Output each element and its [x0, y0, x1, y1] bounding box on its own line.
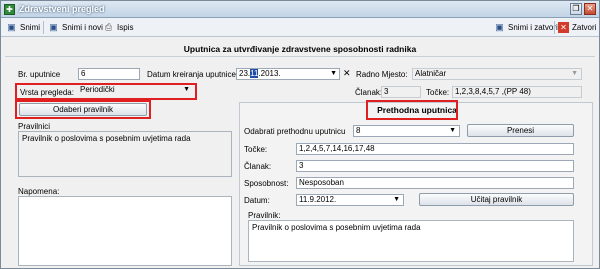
- toolbar: ▣ Snimi ▣ Snimi i novi ⎙ Ispis ▣ Snimi i…: [1, 18, 599, 37]
- datum-year: .2013.: [258, 69, 281, 78]
- toolbar-separator: [554, 21, 555, 34]
- ucitaj-pravilnik-button[interactable]: Učitaj pravilnik: [419, 193, 574, 206]
- title-bar: ✚ Zdravstveni pregled ❐ ✕: [1, 1, 599, 18]
- odaberi-pravilnik-button[interactable]: Odaberi pravilnik: [19, 103, 147, 116]
- clanak-label: Članak:: [355, 88, 383, 97]
- prethodna-tocke-field[interactable]: 1,2,4,5,7,14,16,17,48: [296, 143, 574, 155]
- odabrati-value: 8: [356, 126, 361, 135]
- chevron-down-icon[interactable]: ▼: [393, 195, 400, 205]
- pravilnici-item[interactable]: Pravilnik o poslovima s posebnim uvjetim…: [22, 134, 191, 143]
- floppy-icon: ▣: [7, 22, 16, 32]
- sposobnost-label: Sposobnost:: [244, 179, 289, 188]
- vrsta-label: Vrsta pregleda:: [20, 88, 74, 97]
- window-title: Zdravstveni pregled: [19, 4, 105, 14]
- close-red-icon: ✕: [558, 22, 569, 33]
- save-close-label: Snimi i zatvori: [508, 23, 558, 32]
- print-label: Ispis: [117, 23, 134, 32]
- app-icon: ✚: [4, 4, 15, 15]
- restore-button[interactable]: ❐: [570, 3, 582, 15]
- odabrati-select[interactable]: 8 ▼: [353, 125, 460, 137]
- prethodna-datum-value: 11.9.2012.: [299, 195, 337, 204]
- radno-mjesto-value: Alatničar: [415, 69, 447, 78]
- pravilnik-label: Pravilnik:: [248, 211, 281, 220]
- radno-mjesto-label: Radno Mjesto:: [356, 70, 408, 79]
- prethodna-clanak-field[interactable]: 3: [296, 160, 574, 172]
- chevron-down-icon[interactable]: ▼: [449, 126, 456, 136]
- br-uputnice-label: Br. uputnice: [18, 70, 61, 79]
- datum-label: Datum kreiranja uputnice:: [147, 70, 239, 79]
- tocke-label: Točke:: [426, 88, 450, 97]
- close-label: Zatvori: [572, 23, 597, 32]
- clear-date-icon[interactable]: ✕: [343, 68, 351, 79]
- odabrati-label: Odabrati prethodnu uputnicu: [244, 127, 346, 136]
- chevron-down-icon[interactable]: ▼: [183, 85, 190, 95]
- chevron-down-icon: ▼: [571, 70, 578, 77]
- prenesi-button[interactable]: Prenesi: [467, 124, 574, 137]
- napomena-field[interactable]: [18, 196, 232, 266]
- form-title: Uputnica za utvrđivanje zdravstvene spos…: [5, 41, 595, 57]
- print-button[interactable]: ⎙ Ispis: [103, 20, 134, 35]
- prethodna-datum-label: Datum:: [244, 196, 270, 205]
- save-close-icon: ▣: [495, 22, 504, 32]
- prethodna-clanak-label: Članak:: [244, 162, 272, 171]
- clanak-field[interactable]: 3: [381, 86, 421, 98]
- datum-day: 23.: [239, 69, 251, 78]
- pravilnik-value: Pravilnik o poslovima s posebnim uvjetim…: [252, 223, 421, 232]
- pravilnici-list[interactable]: Pravilnik o poslovima s posebnim uvjetim…: [18, 131, 232, 177]
- save-button[interactable]: ▣ Snimi: [6, 20, 40, 35]
- close-window-button[interactable]: ✕: [584, 3, 596, 15]
- prethodna-datum-field[interactable]: 11.9.2012. ▼: [296, 194, 404, 206]
- save-new-icon: ▣: [49, 22, 58, 32]
- save-close-button[interactable]: ▣ Snimi i zatvori: [494, 20, 558, 35]
- printer-icon: ⎙: [104, 22, 113, 32]
- chevron-down-icon[interactable]: ▼: [330, 69, 337, 79]
- vrsta-select[interactable]: Periodički ▼: [78, 85, 193, 97]
- close-button[interactable]: ✕ Zatvori: [558, 20, 596, 35]
- prethodna-tocke-label: Točke:: [244, 145, 268, 154]
- tocke-field[interactable]: 1,2,3,8,4,5,7 ,(PP 48): [452, 86, 582, 98]
- save-new-button[interactable]: ▣ Snimi i novi: [48, 20, 103, 35]
- save-label: Snimi: [20, 23, 41, 32]
- radno-mjesto-field[interactable]: Alatničar ▼: [412, 68, 582, 80]
- datum-field[interactable]: 23.11.2013. ▼: [236, 68, 340, 80]
- napomena-label: Napomena:: [18, 187, 60, 196]
- main-window: ✚ Zdravstveni pregled ❐ ✕ ▣ Snimi ▣ Snim…: [0, 0, 600, 269]
- toolbar-separator: [43, 21, 44, 34]
- br-uputnice-field[interactable]: 6: [78, 68, 140, 80]
- sposobnost-field[interactable]: Nesposoban: [296, 177, 574, 189]
- vrsta-value: Periodički: [80, 85, 115, 94]
- pravilnik-field[interactable]: Pravilnik o poslovima s posebnim uvjetim…: [248, 220, 574, 262]
- save-new-label: Snimi i novi: [62, 23, 103, 32]
- pravilnici-label: Pravilnici: [18, 122, 51, 131]
- highlight-prethodna: [366, 100, 458, 120]
